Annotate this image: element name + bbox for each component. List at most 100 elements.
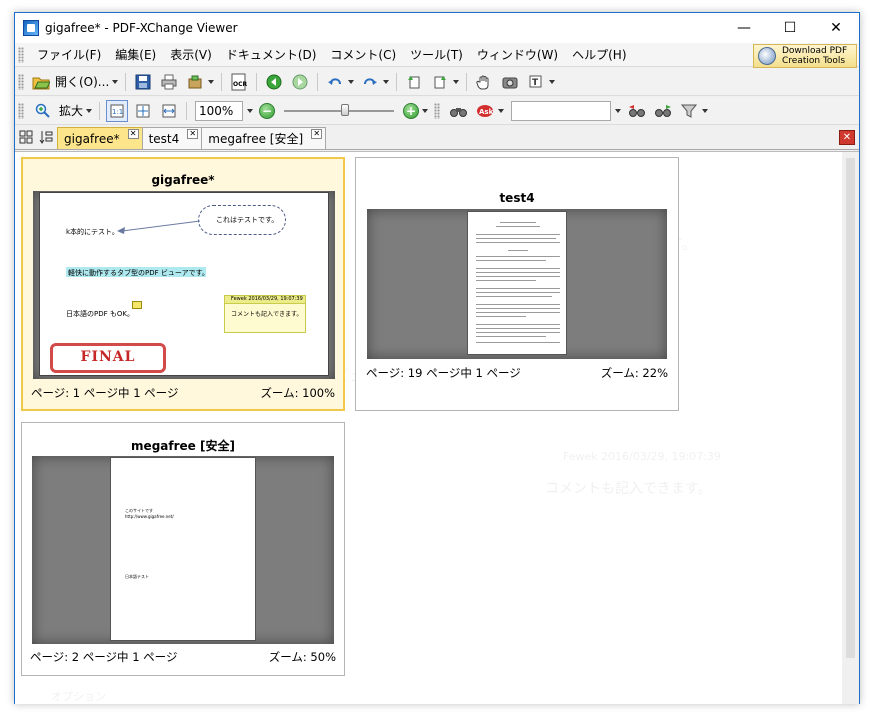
thumbnail-card-test4[interactable]: test4 ページ: 19 ページ中 1 ページ ズーム: 22%	[355, 157, 679, 411]
zoom-out-icon[interactable]: −	[259, 102, 276, 119]
ask-search-icon[interactable]: Ask	[474, 100, 496, 122]
page-preview: このサイトです http://www.gigafree.net/ 日本語テスト	[32, 456, 334, 644]
sort-icon[interactable]	[39, 130, 53, 147]
text-line	[476, 276, 560, 277]
text-line	[496, 226, 540, 227]
open-dropdown-icon[interactable]	[112, 79, 119, 84]
actual-size-icon[interactable]: 1:1	[106, 99, 129, 122]
export-dropdown-icon[interactable]	[208, 79, 215, 84]
menu-help[interactable]: ヘルプ(H)	[565, 44, 633, 66]
zoom-in-icon[interactable]: +	[403, 102, 420, 119]
close-all-tabs-icon[interactable]: ✕	[839, 130, 855, 145]
search-dropdown-icon[interactable]	[615, 108, 622, 113]
filter-dropdown-icon[interactable]	[702, 108, 709, 113]
minimize-button[interactable]: —	[721, 13, 767, 43]
tab-gigafree[interactable]: gigafree* ✕	[57, 127, 143, 149]
rotate-left-icon[interactable]	[403, 71, 425, 93]
zoom-level-input[interactable]: 100%	[195, 100, 244, 121]
tab-label: test4	[148, 131, 180, 146]
note-text: コメントも記入できます。	[231, 311, 303, 318]
rotate-dropdown-icon[interactable]	[453, 79, 460, 84]
tab-close-icon[interactable]: ✕	[311, 129, 323, 139]
thumbnail-title: gigafree*	[151, 173, 215, 187]
page-info: ページ: 1 ページ中 1 ページ	[31, 386, 179, 400]
close-button[interactable]: ✕	[813, 13, 859, 43]
download-pdf-tools-button[interactable]: Download PDF Creation Tools	[753, 44, 857, 68]
search-provider-dropdown-icon[interactable]	[498, 108, 505, 113]
menu-window[interactable]: ウィンドウ(W)	[470, 44, 565, 66]
thumbnail-view: これはテストです。 k本的にテスト。 軽快に動作するタブ型のPDF ビューアです…	[15, 151, 859, 704]
window-title: gigafree* - PDF-XChange Viewer	[45, 21, 238, 35]
text-line	[476, 332, 560, 333]
menu-file[interactable]: ファイル(F)	[30, 44, 108, 66]
page-preview: これはテストです。 k本的にテスト。 軽快に動作するタブ型のPDF ビューアです…	[33, 191, 335, 379]
forward-icon[interactable]	[289, 71, 311, 93]
toolbar-grip[interactable]	[434, 102, 441, 119]
find-binoculars-icon[interactable]	[448, 100, 470, 122]
snapshot-icon[interactable]	[499, 71, 521, 93]
fit-width-icon[interactable]	[158, 100, 180, 122]
download-label-line1: Download PDF	[782, 46, 848, 56]
menu-comment[interactable]: コメント(C)	[323, 44, 403, 66]
select-dropdown-icon[interactable]	[549, 79, 556, 84]
toolbar-grip[interactable]	[18, 102, 24, 119]
body-text: 日本語のPDF もOK。	[66, 310, 134, 318]
menu-document[interactable]: ドキュメント(D)	[219, 44, 324, 66]
page-info: ページ: 19 ページ中 1 ページ	[366, 366, 521, 380]
tab-close-icon[interactable]: ✕	[127, 129, 139, 139]
arrow-label: k本的にテスト。	[66, 228, 119, 236]
redo-dropdown-icon[interactable]	[383, 79, 390, 84]
zoom-tool-dropdown-icon[interactable]	[86, 108, 93, 113]
select-text-icon[interactable]: T	[525, 71, 547, 93]
redo-icon[interactable]	[359, 71, 381, 93]
menubar-grip[interactable]	[18, 46, 24, 63]
find-previous-icon[interactable]	[626, 100, 648, 122]
tab-megafree[interactable]: megafree [安全] ✕	[201, 127, 327, 149]
thumbnail-card-megafree[interactable]: megafree [安全] このサイトです http://www.gigafre…	[21, 422, 345, 676]
app-icon	[23, 20, 39, 36]
toolbar-separator	[256, 72, 258, 91]
undo-dropdown-icon[interactable]	[348, 79, 355, 84]
text-line	[476, 304, 560, 305]
open-label[interactable]: 開く(O)...	[55, 73, 109, 90]
tab-test4[interactable]: test4 ✕	[141, 127, 203, 149]
save-icon[interactable]	[132, 71, 154, 93]
zoom-tool-label[interactable]: 拡大	[59, 102, 83, 119]
menu-bar: ファイル(F) 編集(E) 表示(V) ドキュメント(D) コメント(C) ツー…	[15, 43, 859, 68]
back-icon[interactable]	[263, 71, 285, 93]
zoom-in-dropdown-icon[interactable]	[422, 108, 429, 113]
vertical-scrollbar[interactable]	[842, 152, 859, 704]
scrollbar-thumb[interactable]	[846, 158, 855, 658]
toolbar-separator	[221, 72, 223, 91]
text-line	[476, 328, 560, 329]
hand-tool-icon[interactable]	[473, 71, 495, 93]
menu-tools[interactable]: ツール(T)	[403, 44, 470, 66]
menu-view[interactable]: 表示(V)	[163, 44, 219, 66]
print-icon[interactable]	[158, 71, 180, 93]
find-next-icon[interactable]	[652, 100, 674, 122]
maximize-button[interactable]: ☐	[767, 13, 813, 43]
zoom-level-dropdown-icon[interactable]	[247, 108, 254, 113]
ocr-icon[interactable]: OCR	[228, 71, 250, 93]
zoom-slider-thumb[interactable]	[341, 103, 350, 116]
rotate-right-icon[interactable]	[429, 71, 451, 93]
search-filter-icon[interactable]	[678, 100, 700, 122]
thumbnail-card-gigafree[interactable]: gigafree* これはテストです。 k本的にテスト。 軽快に動作するタブ型の…	[21, 157, 345, 411]
text-line	[476, 312, 560, 313]
menu-edit[interactable]: 編集(E)	[108, 44, 163, 66]
page-preview	[367, 209, 667, 359]
final-stamp: FINAL	[50, 343, 166, 373]
overlay-note-head: Fewek 2016/03/29, 19:07:39	[563, 450, 721, 463]
zoom-tool-icon[interactable]	[32, 100, 54, 122]
zoom-slider[interactable]	[284, 103, 395, 116]
search-input[interactable]	[511, 100, 612, 121]
cloud-text: これはテストです。	[216, 216, 279, 224]
tab-close-icon[interactable]: ✕	[187, 129, 199, 139]
thumbnail-grid-icon[interactable]	[19, 130, 33, 147]
toolbar-grip[interactable]	[18, 73, 24, 90]
fit-page-icon[interactable]	[132, 100, 154, 122]
text-line	[476, 234, 560, 235]
open-folder-icon[interactable]	[32, 71, 50, 93]
export-icon[interactable]	[184, 71, 206, 93]
undo-icon[interactable]	[324, 71, 346, 93]
